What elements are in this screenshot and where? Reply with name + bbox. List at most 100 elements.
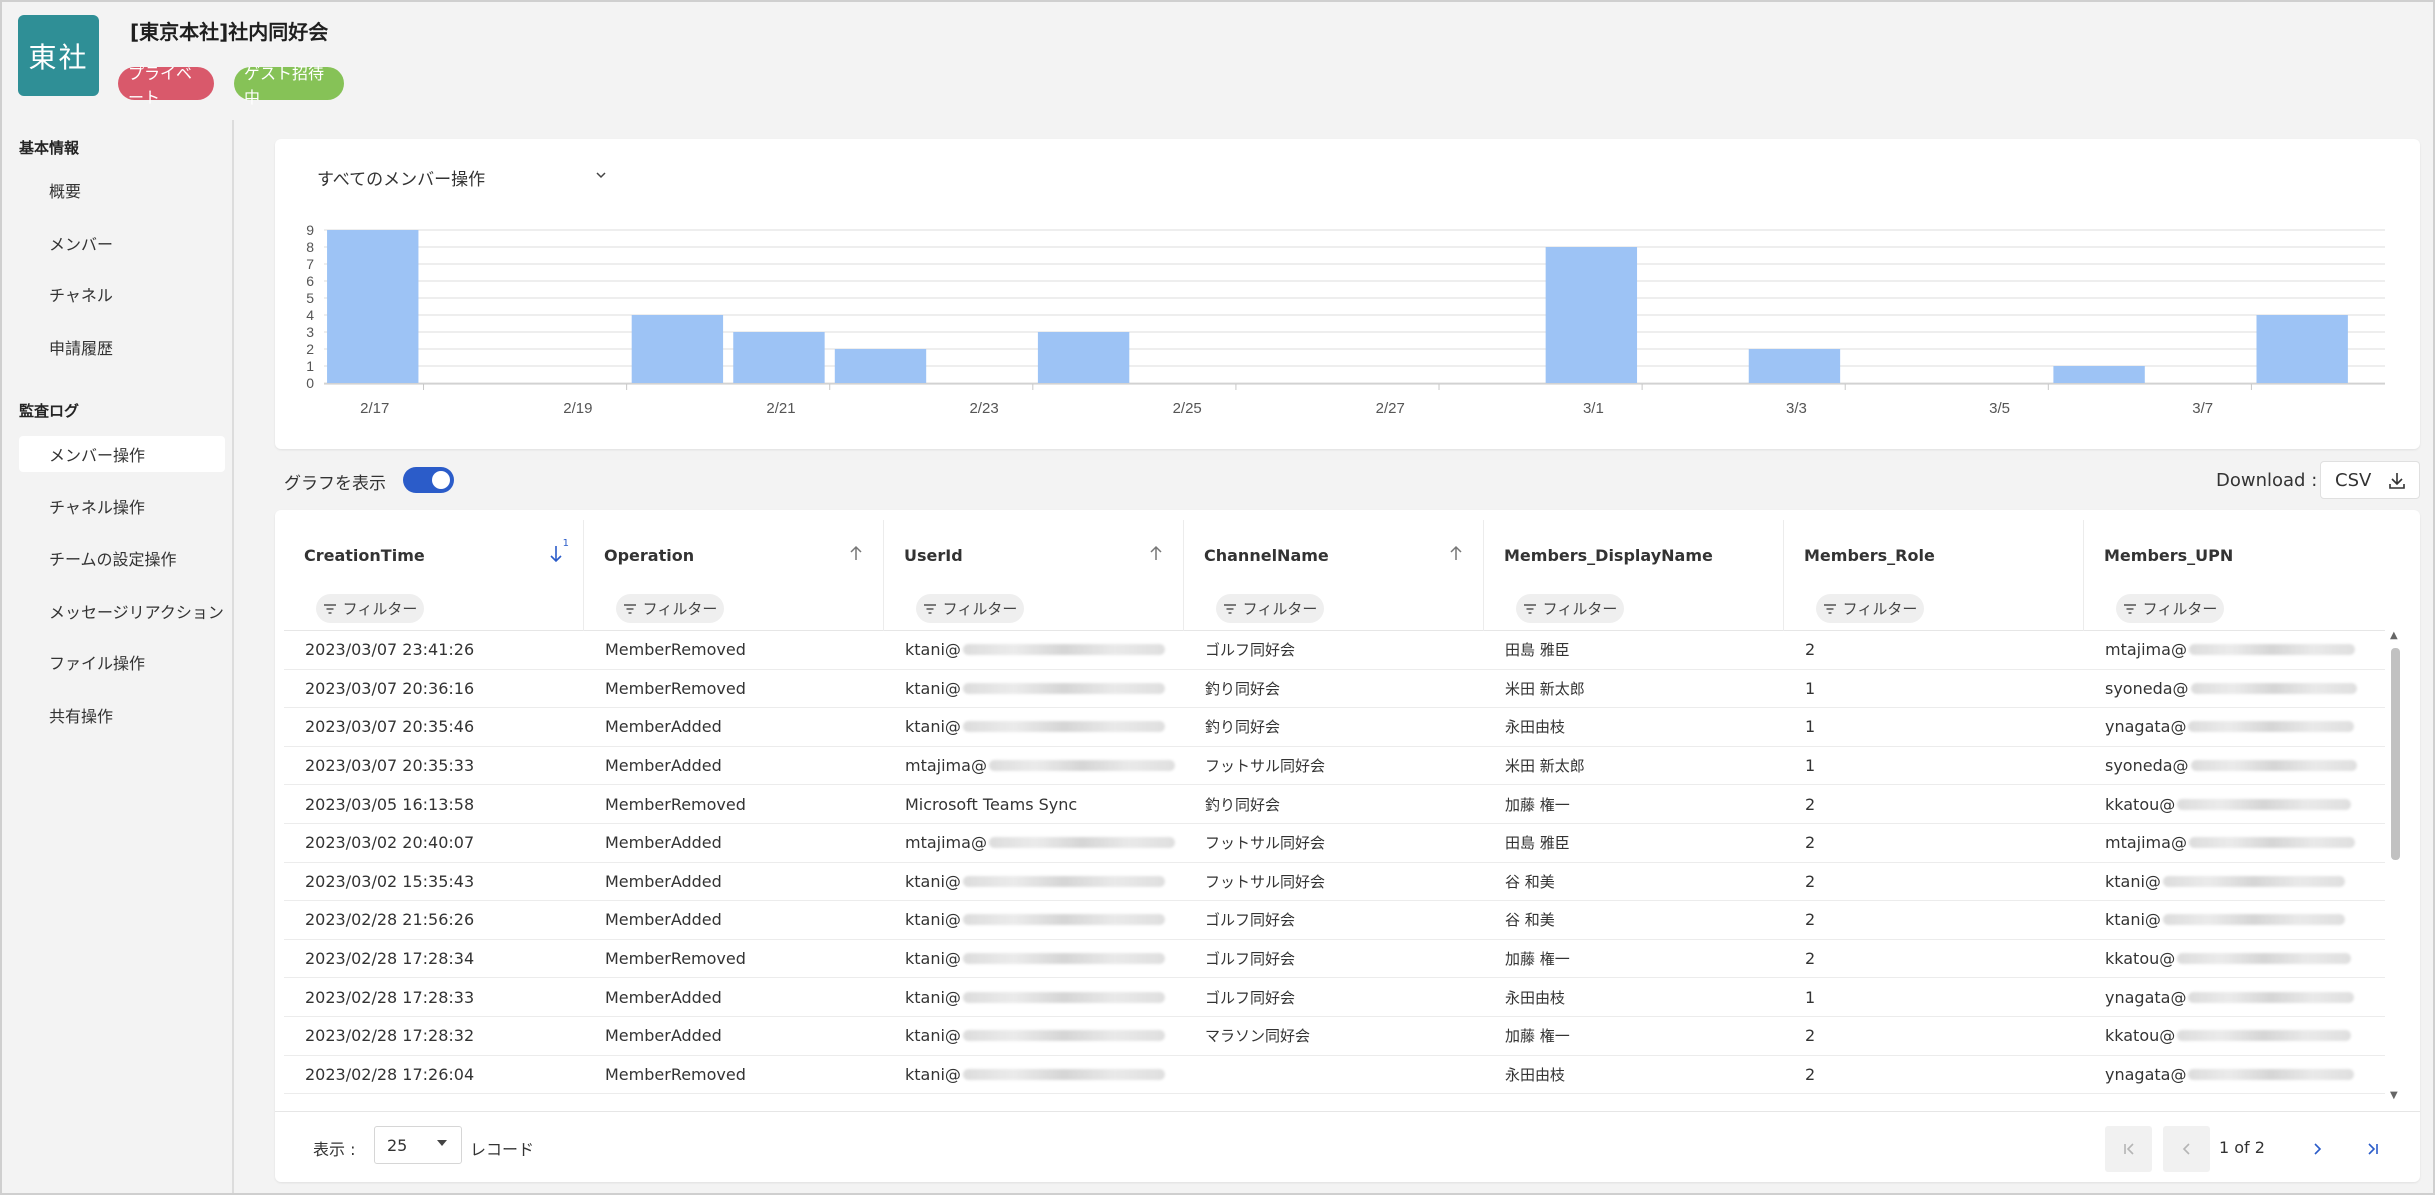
table-row[interactable]: 2023/03/02 20:40:07 MemberAdded mtajima@ フッ… — [284, 824, 2385, 863]
cell-text: 1 — [1805, 717, 1816, 737]
bar-2/24[interactable] — [1037, 332, 1130, 383]
last-page-button[interactable] — [2353, 1126, 2393, 1172]
filter-button-members-role[interactable]: フィルター — [1816, 594, 1924, 623]
sidebar-item-members[interactable]: メンバー — [19, 225, 225, 261]
redacted-domain — [2190, 682, 2357, 694]
x-tick-label: 2/27 — [1376, 400, 1405, 417]
table-row[interactable]: 2023/03/02 15:35:43 MemberAdded ktani@ フットサ… — [284, 863, 2385, 902]
cell-members-role: 2 — [1784, 1017, 2084, 1055]
cell-userid: ktani@ — [884, 940, 1184, 978]
cell-text: ynagata@ — [2105, 987, 2187, 1007]
cell-creationtime: 2023/03/07 20:35:46 — [284, 708, 584, 746]
table-scrollbar[interactable]: ▲ ▼ — [2387, 628, 2403, 1106]
bar-2/22[interactable] — [834, 349, 927, 383]
sidebar-item-file-operations[interactable]: ファイル操作 — [19, 644, 225, 680]
table-row[interactable]: 2023/03/07 23:41:26 MemberRemoved ktani@ ゴル… — [284, 631, 2385, 670]
filter-button-creationtime[interactable]: フィルター — [316, 594, 424, 623]
table-row[interactable]: 2023/03/07 20:35:46 MemberAdded ktani@ 釣り同好… — [284, 708, 2385, 747]
table-row[interactable]: 2023/02/28 17:28:33 MemberAdded ktani@ ゴルフ同… — [284, 978, 2385, 1017]
cell-text: 釣り同好会 — [1205, 795, 1281, 814]
cell-text: syoneda@ — [2105, 678, 2189, 698]
chevron-right-icon — [2314, 1143, 2322, 1155]
filter-button-userid[interactable]: フィルター — [916, 594, 1024, 623]
sort-descending-icon[interactable] — [549, 545, 563, 567]
table-row[interactable]: 2023/02/28 17:26:04 MemberRemoved ktani@ 永田… — [284, 1056, 2385, 1095]
cell-userid: ktani@ — [884, 863, 1184, 901]
bar-2/17[interactable] — [327, 230, 419, 383]
cell-members-role: 1 — [1784, 747, 2084, 785]
cell-userid: mtajima@ — [884, 824, 1184, 862]
filter-button-members-upn[interactable]: フィルター — [2116, 594, 2224, 623]
sidebar: 基本情報 概要 メンバー チャネル 申請履歴 監査ログ メンバー操作 チャネル操… — [0, 120, 234, 1193]
filter-button-operation[interactable]: フィルター — [616, 594, 724, 623]
cell-creationtime: 2023/03/07 23:41:26 — [284, 631, 584, 669]
cell-text: Microsoft Teams Sync — [905, 794, 1078, 814]
cell-members-displayname: 谷 和美 — [1484, 901, 1784, 939]
cell-text: ktani@ — [905, 949, 961, 969]
show-graph-toggle[interactable] — [403, 467, 454, 493]
table-row[interactable]: 2023/03/07 20:36:16 MemberRemoved ktani@ 釣り… — [284, 670, 2385, 709]
filter-cell-members-role: フィルター — [1784, 580, 2084, 631]
sidebar-item-channels[interactable]: チャネル — [19, 276, 225, 312]
cell-text: 2 — [1805, 1064, 1816, 1084]
previous-page-button[interactable] — [2163, 1126, 2210, 1172]
filter-button-channelname[interactable]: フィルター — [1216, 594, 1324, 623]
sidebar-item-message-reactions[interactable]: メッセージリアクション — [19, 593, 225, 629]
guest-invite-badge: ゲスト招待中 — [234, 64, 344, 107]
sidebar-item-channel-operations[interactable]: チャネル操作 — [19, 488, 225, 524]
cell-userid: ktani@ — [884, 1056, 1184, 1094]
cell-text: mtajima@ — [2105, 640, 2187, 660]
filter-button-members-displayname[interactable]: フィルター — [1516, 594, 1624, 623]
scroll-thumb[interactable] — [2391, 648, 2400, 860]
sidebar-section-audit: 監査ログ — [19, 402, 80, 420]
redacted-domain — [2177, 1030, 2352, 1042]
column-header-creationtime[interactable]: CreationTime 1 — [284, 520, 584, 580]
table-row[interactable]: 2023/02/28 17:28:32 MemberAdded ktani@ マラソン… — [284, 1017, 2385, 1056]
table-row[interactable]: 2023/02/28 17:28:34 MemberRemoved ktani@ ゴル… — [284, 940, 2385, 979]
sidebar-item-overview[interactable]: 概要 — [19, 172, 225, 208]
sidebar-item-member-operations[interactable]: メンバー操作 — [19, 436, 225, 472]
bar-3/8[interactable] — [2256, 315, 2348, 383]
x-tick-label: 2/25 — [1173, 400, 1202, 417]
table-row[interactable]: 2023/03/05 16:13:58 MemberRemoved Microsof… — [284, 785, 2385, 824]
first-page-button[interactable] — [2105, 1126, 2152, 1172]
sort-ascending-icon[interactable] — [1449, 545, 1463, 565]
column-label: Members_DisplayName — [1504, 546, 1713, 565]
sidebar-item-sharing-operations[interactable]: 共有操作 — [19, 697, 225, 733]
cell-text: ktani@ — [905, 717, 961, 737]
last-page-icon — [2368, 1143, 2378, 1155]
bar-2/20[interactable] — [631, 315, 724, 383]
sort-ascending-icon[interactable] — [849, 545, 863, 565]
bar-3/3[interactable] — [1748, 349, 1841, 383]
cell-text: 永田由枝 — [1505, 988, 1566, 1007]
cell-creationtime: 2023/02/28 17:28:33 — [284, 978, 584, 1016]
sidebar-item-team-settings-operations[interactable]: チームの設定操作 — [19, 540, 225, 576]
csv-download-button[interactable]: CSV — [2320, 461, 2420, 499]
sort-ascending-icon[interactable] — [1149, 545, 1163, 565]
bar-2/21[interactable] — [733, 332, 825, 383]
csv-label: CSV — [2335, 469, 2372, 491]
column-header-operation[interactable]: Operation — [584, 520, 884, 580]
sidebar-item-request-history[interactable]: 申請履歴 — [19, 329, 225, 365]
column-header-members-role[interactable]: Members_Role — [1784, 520, 2084, 580]
cell-text: MemberAdded — [605, 987, 722, 1007]
column-header-members-upn[interactable]: Members_UPN — [2084, 520, 2384, 580]
table-row[interactable]: 2023/03/07 20:35:33 MemberAdded mtajima@ フッ… — [284, 747, 2385, 786]
cell-userid: ktani@ — [884, 978, 1184, 1016]
column-header-userid[interactable]: UserId — [884, 520, 1184, 580]
redacted-domain — [2188, 837, 2355, 849]
table-body: 2023/03/07 23:41:26 MemberRemoved ktani@ ゴル… — [284, 631, 2385, 1109]
table-row[interactable]: 2023/02/28 21:56:26 MemberAdded ktani@ ゴルフ同… — [284, 901, 2385, 940]
cell-operation: MemberAdded — [584, 1017, 884, 1055]
column-header-channelname[interactable]: ChannelName — [1184, 520, 1484, 580]
chevron-left-icon — [2182, 1143, 2190, 1155]
filter-cell-members-upn: フィルター — [2084, 580, 2384, 631]
next-page-button[interactable] — [2297, 1126, 2337, 1172]
scroll-up-arrow-icon[interactable]: ▲ — [2390, 630, 2398, 641]
page-size-select[interactable]: 25 — [374, 1126, 462, 1164]
cell-text: 米田 新太郎 — [1505, 679, 1585, 698]
scroll-down-arrow-icon[interactable]: ▼ — [2390, 1090, 2398, 1101]
bar-3/1[interactable] — [1545, 247, 1638, 383]
column-header-members-displayname[interactable]: Members_DisplayName — [1484, 520, 1784, 580]
bar-3/6[interactable] — [2053, 366, 2145, 383]
